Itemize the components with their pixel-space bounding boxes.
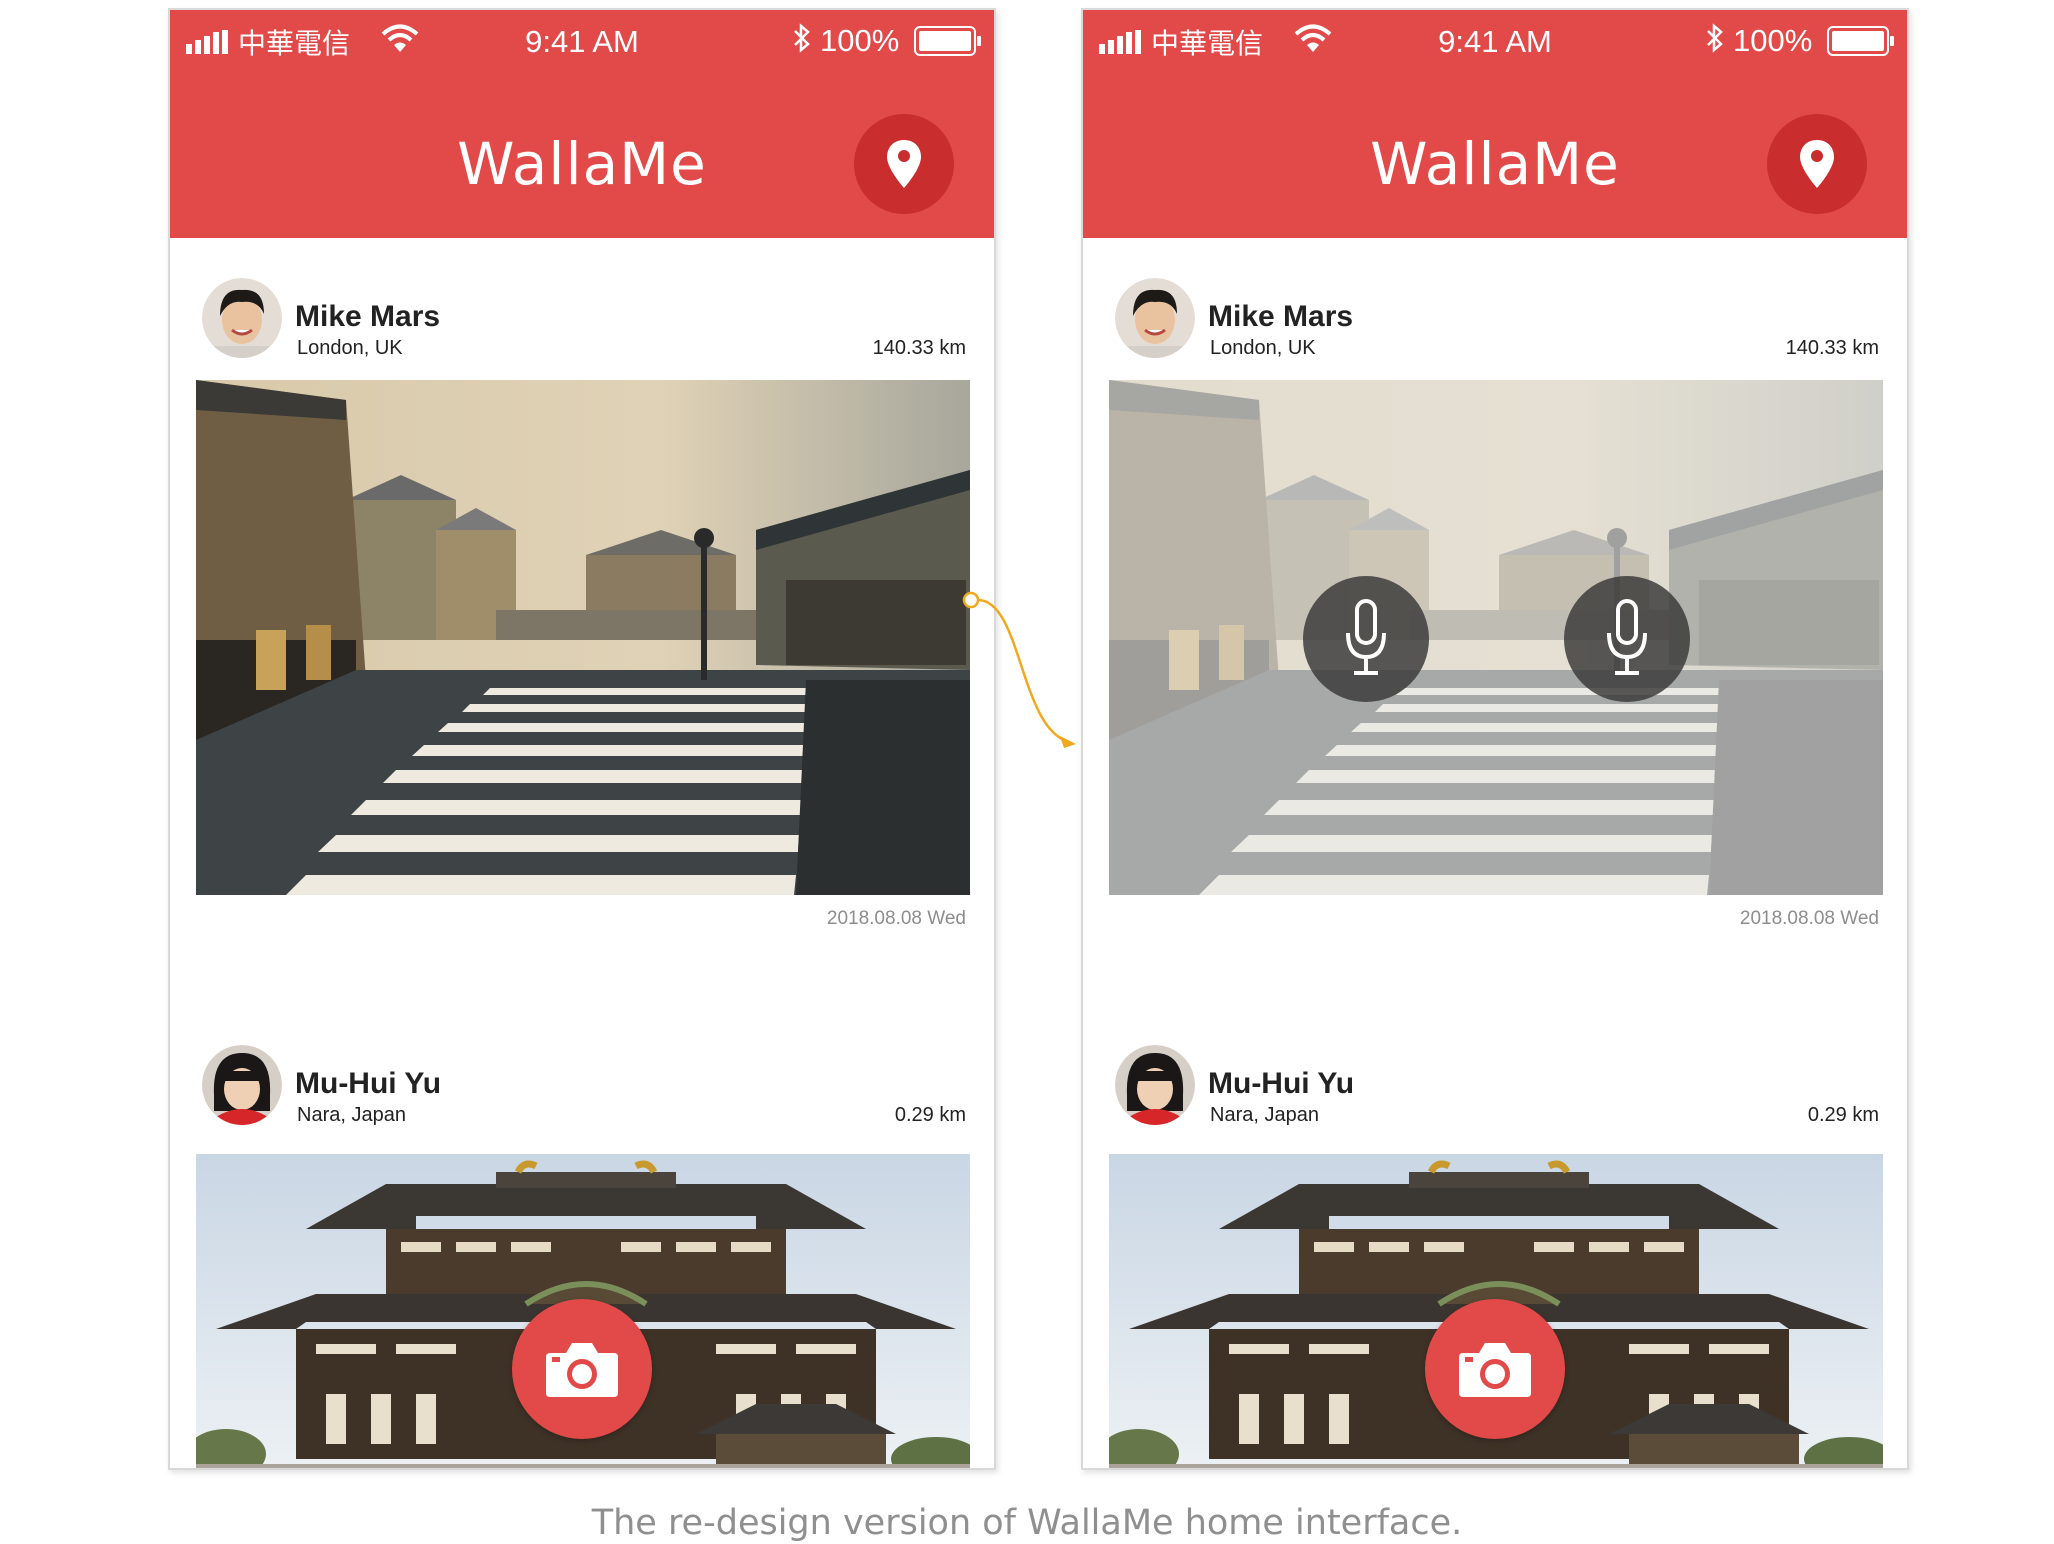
post-photo[interactable] (196, 380, 970, 895)
app-header: 中華電信 9:41 AM 100% WallaMe (1083, 10, 1907, 238)
microphone-button[interactable] (1564, 576, 1690, 702)
user-name: Mu-Hui Yu (1208, 1067, 1355, 1100)
figure-caption: The re-design version of WallaMe home in… (591, 1503, 1463, 1543)
camera-button[interactable] (512, 1299, 652, 1439)
post-date: 2018.08.08 Wed (1739, 908, 1879, 929)
avatar[interactable] (202, 1045, 282, 1125)
microphone-icon (1346, 599, 1386, 675)
battery-percent: 100% (820, 23, 900, 58)
location-button[interactable] (1767, 114, 1867, 214)
user-photo (202, 1045, 282, 1125)
photo-dim-overlay (1109, 380, 1883, 895)
flow-connector-arrow (962, 591, 1076, 748)
user-photo (1115, 1045, 1195, 1125)
status-bar: 中華電信 9:41 AM 100% (1083, 10, 1907, 70)
status-bar: 中華電信 9:41 AM 100% (170, 10, 994, 70)
microphone-button[interactable] (1303, 576, 1429, 702)
battery-icon (1827, 26, 1894, 56)
distance-label: 140.33 km (1785, 337, 1879, 359)
user-name: Mike Mars (1208, 300, 1354, 333)
app-header: 中華電信 9:41 AM 100% WallaMe (170, 10, 994, 238)
camera-button[interactable] (1425, 1299, 1565, 1439)
distance-label: 140.33 km (872, 337, 966, 359)
user-photo (1115, 278, 1195, 358)
microphone-icon (1607, 599, 1647, 675)
camera-icon (1459, 1343, 1531, 1397)
user-location: London, UK (1210, 337, 1316, 359)
location-pin-icon (1800, 140, 1834, 188)
post-date: 2018.08.08 Wed (826, 908, 966, 929)
battery-percent: 100% (1733, 23, 1813, 58)
user-name: Mike Mars (295, 300, 441, 333)
distance-label: 0.29 km (1807, 1104, 1879, 1126)
camera-icon (546, 1343, 618, 1397)
battery-icon (914, 26, 981, 56)
location-button[interactable] (854, 114, 954, 214)
phone-screen-redesign: 中華電信 9:41 AM 100% WallaMe Mike Mars Lond… (1081, 8, 1909, 1470)
avatar[interactable] (1115, 278, 1195, 358)
distance-label: 0.29 km (894, 1104, 966, 1126)
user-location: London, UK (297, 337, 403, 359)
bluetooth-icon (794, 23, 810, 53)
user-photo (202, 278, 282, 358)
avatar[interactable] (1115, 1045, 1195, 1125)
bluetooth-icon (1707, 23, 1723, 53)
user-name: Mu-Hui Yu (295, 1067, 442, 1100)
location-pin-icon (887, 140, 921, 188)
phone-screen-original: 中華電信 9:41 AM 100% WallaMe Mike Mars Lond… (168, 8, 996, 1470)
avatar[interactable] (202, 278, 282, 358)
post-photo[interactable] (1109, 380, 1883, 895)
user-location: Nara, Japan (297, 1104, 406, 1126)
user-location: Nara, Japan (1210, 1104, 1319, 1126)
